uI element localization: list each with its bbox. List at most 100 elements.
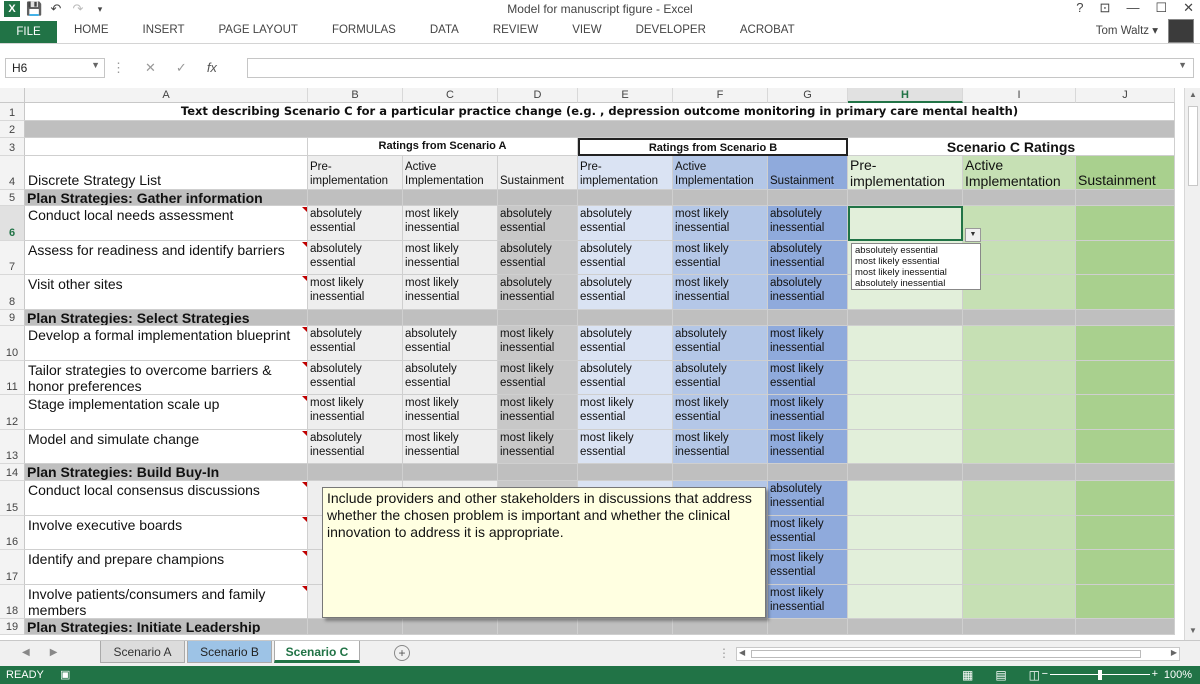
add-sheet-icon[interactable]: + <box>394 645 410 661</box>
column-header-a[interactable]: A <box>25 88 308 103</box>
rating-cell[interactable]: absolutely inessential <box>768 206 848 241</box>
row-header-14[interactable]: 14 <box>0 464 25 481</box>
rating-cell[interactable]: absolutely essential <box>498 241 578 275</box>
row-header-3[interactable]: 3 <box>0 138 25 156</box>
rating-cell[interactable]: most likely inessential <box>498 326 578 361</box>
scenario-c-rating-cell[interactable] <box>1076 241 1175 275</box>
separator-row[interactable] <box>25 121 1175 138</box>
sheet-tab-scenario-c[interactable]: Scenario C <box>274 641 360 663</box>
rating-cell[interactable]: absolutely essential <box>578 326 673 361</box>
ribbon-tab-data[interactable]: DATA <box>413 24 476 36</box>
section-fill[interactable] <box>1076 464 1175 481</box>
row-header-4[interactable]: 4 <box>0 156 25 190</box>
rating-cell[interactable]: most likely inessential <box>403 275 498 310</box>
ribbon-tab-insert[interactable]: INSERT <box>126 24 202 36</box>
section-fill[interactable] <box>498 190 578 206</box>
zoom-slider-knob[interactable] <box>1098 670 1102 680</box>
name-box[interactable]: H6 ▼ <box>5 58 105 78</box>
section-fill[interactable] <box>308 190 403 206</box>
column-header-i[interactable]: I <box>963 88 1076 103</box>
scenario-c-rating-cell[interactable] <box>1076 516 1175 550</box>
strategy-name[interactable]: Conduct local consensus discussions <box>25 481 308 516</box>
formula-input[interactable]: ▼ <box>247 58 1194 78</box>
scenario-c-rating-cell[interactable] <box>963 326 1076 361</box>
rating-cell[interactable]: most likely inessential <box>768 585 848 619</box>
row-header-15[interactable]: 15 <box>0 481 25 516</box>
horizontal-scrollbar[interactable]: ◀ ▶ <box>736 647 1180 661</box>
column-header-j[interactable]: J <box>1076 88 1175 103</box>
rating-cell[interactable]: most likely inessential <box>498 395 578 430</box>
section-fill[interactable] <box>768 619 848 635</box>
page-break-view-icon[interactable]: ◫ <box>1029 668 1040 682</box>
column-header-g[interactable]: G <box>768 88 848 103</box>
enter-icon[interactable]: ✓ <box>176 60 187 76</box>
rating-cell[interactable]: most likely essential <box>578 430 673 464</box>
more-icon[interactable]: ⋮ <box>112 60 125 76</box>
scenario-c-rating-cell[interactable] <box>848 430 963 464</box>
row-header-2[interactable]: 2 <box>0 121 25 138</box>
rating-cell[interactable]: most likely inessential <box>768 430 848 464</box>
phase-header-active[interactable]: Active Implementation <box>673 156 768 190</box>
rating-cell[interactable]: absolutely essential <box>673 361 768 395</box>
scenario-c-rating-cell[interactable] <box>1076 430 1175 464</box>
scenario-c-rating-cell[interactable] <box>1076 481 1175 516</box>
row-header-16[interactable]: 16 <box>0 516 25 550</box>
section-header[interactable]: Plan Strategies: Select Strategies <box>25 310 308 326</box>
ribbon-tab-page-layout[interactable]: PAGE LAYOUT <box>201 24 314 36</box>
column-header-b[interactable]: B <box>308 88 403 103</box>
column-header-d[interactable]: D <box>498 88 578 103</box>
minimize-icon[interactable]: — <box>1126 0 1139 16</box>
rating-cell[interactable]: most likely essential <box>768 516 848 550</box>
section-fill[interactable] <box>848 310 963 326</box>
strategy-name[interactable]: Develop a formal implementation blueprin… <box>25 326 308 361</box>
ribbon-display-icon[interactable]: ⊡ <box>1100 0 1111 16</box>
rating-cell[interactable]: most likely essential <box>578 395 673 430</box>
rating-cell[interactable]: most likely inessential <box>768 326 848 361</box>
select-all-corner[interactable] <box>0 88 25 103</box>
phase-header-active[interactable]: Active Implementation <box>403 156 498 190</box>
rating-cell[interactable]: absolutely inessential <box>768 275 848 310</box>
row-header-1[interactable]: 1 <box>0 103 25 121</box>
scenario-c-rating-cell[interactable] <box>963 481 1076 516</box>
section-fill[interactable] <box>578 310 673 326</box>
strategy-name[interactable]: Stage implementation scale up <box>25 395 308 430</box>
scroll-up-icon[interactable]: ▲ <box>1185 90 1200 102</box>
ribbon-tab-home[interactable]: HOME <box>57 24 126 36</box>
section-fill[interactable] <box>1076 190 1175 206</box>
scenario-c-rating-cell[interactable] <box>848 550 963 585</box>
section-fill[interactable] <box>673 190 768 206</box>
vertical-scrollbar[interactable]: ▲ ▼ <box>1184 88 1200 640</box>
scenario-c-rating-cell[interactable] <box>963 430 1076 464</box>
phase-header-pre[interactable]: Pre- implementation <box>308 156 403 190</box>
section-fill[interactable] <box>848 464 963 481</box>
ribbon-tab-review[interactable]: REVIEW <box>476 24 555 36</box>
scenario-c-rating-cell[interactable] <box>1076 275 1175 310</box>
maximize-icon[interactable]: ☐ <box>1155 0 1167 16</box>
section-fill[interactable] <box>308 619 403 635</box>
scenario-c-rating-cell[interactable] <box>1076 550 1175 585</box>
section-fill[interactable] <box>768 190 848 206</box>
row-header-13[interactable]: 13 <box>0 430 25 464</box>
column-header-f[interactable]: F <box>673 88 768 103</box>
row-header-5[interactable]: 5 <box>0 190 25 206</box>
row-header-7[interactable]: 7 <box>0 241 25 275</box>
sheet-tab-scenario-b[interactable]: Scenario B <box>187 641 272 663</box>
rating-cell[interactable]: absolutely inessential <box>768 241 848 275</box>
column-header-e[interactable]: E <box>578 88 673 103</box>
strategy-list-header[interactable]: Discrete Strategy List <box>25 156 308 190</box>
tab-splitter-icon[interactable]: ⋮ <box>718 646 730 660</box>
rating-cell[interactable]: most likely inessential <box>673 206 768 241</box>
section-fill[interactable] <box>673 310 768 326</box>
scenario-c-rating-cell[interactable] <box>1076 395 1175 430</box>
rating-cell[interactable]: absolutely essential <box>308 361 403 395</box>
selected-cell-h6[interactable] <box>848 206 963 241</box>
row-header-17[interactable]: 17 <box>0 550 25 585</box>
chevron-down-icon[interactable]: ▼ <box>91 60 100 70</box>
phase-header-pre[interactable]: Pre- implementation <box>848 156 963 190</box>
section-fill[interactable] <box>963 190 1076 206</box>
section-fill[interactable] <box>403 310 498 326</box>
rating-cell[interactable]: most likely inessential <box>768 395 848 430</box>
rating-cell[interactable]: absolutely essential <box>578 275 673 310</box>
validation-option[interactable]: most likely essential <box>855 256 977 267</box>
close-icon[interactable]: ✕ <box>1183 0 1194 16</box>
